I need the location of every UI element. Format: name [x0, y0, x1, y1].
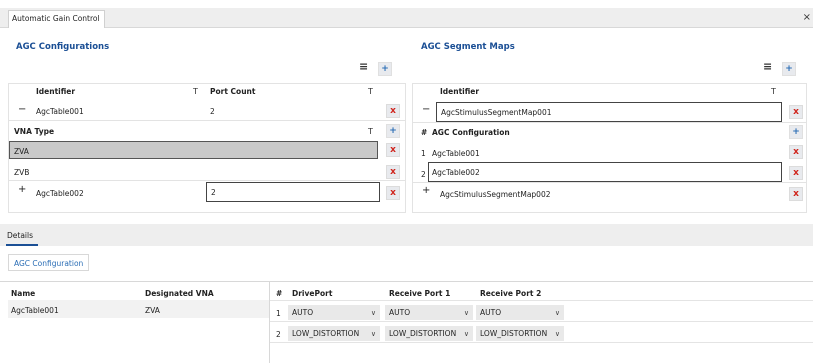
divider: [412, 182, 807, 183]
expand-icon[interactable]: +: [422, 185, 430, 196]
receive-port-2-dropdown[interactable]: LOW_DISTORTION ∨: [476, 326, 564, 341]
vna-row-selected[interactable]: [9, 141, 378, 159]
divider: [8, 180, 406, 181]
agc-configuration-input[interactable]: AgcTable002: [428, 162, 782, 182]
chevron-down-icon: ∨: [463, 329, 469, 338]
drive-port-value: AUTO: [292, 308, 314, 317]
column-port-count: Port Count: [210, 87, 256, 96]
receive-port-2-dropdown[interactable]: AUTO ∨: [476, 305, 564, 320]
row-identifier: AgcTable001: [36, 107, 84, 116]
tab-label: Automatic Gain Control: [12, 14, 100, 23]
divider: [412, 122, 807, 123]
expand-icon[interactable]: +: [18, 184, 26, 195]
drive-port-dropdown[interactable]: LOW_DISTORTION ∨: [288, 326, 380, 341]
add-segment-map-button[interactable]: +: [782, 62, 796, 76]
receive-port-1-dropdown[interactable]: AUTO ∨: [385, 305, 473, 320]
add-agc-configuration-button[interactable]: +: [789, 125, 803, 139]
filter-icon[interactable]: T: [368, 87, 373, 96]
tab-underline: [6, 244, 38, 246]
segment-map-identifier-input[interactable]: AgcStimulusSegmentMap001: [436, 102, 782, 122]
row-port-count: 2: [210, 107, 215, 116]
receive-port-2-value: AUTO: [480, 308, 502, 317]
vna-name: ZVB: [14, 168, 30, 177]
divider: [270, 321, 813, 322]
column-receive-port-1: Receive Port 1: [389, 289, 451, 298]
receive-port-1-dropdown[interactable]: LOW_DISTORTION ∨: [385, 326, 473, 341]
row-index: 1: [421, 149, 426, 158]
column-identifier: Identifier: [36, 87, 76, 96]
column-designated-vna: Designated VNA: [145, 289, 214, 298]
divider: [270, 342, 813, 343]
divider: [270, 300, 813, 301]
receive-port-1-value: AUTO: [389, 308, 411, 317]
column-index: #: [276, 289, 283, 298]
agc-segment-maps-title: AGC Segment Maps: [421, 42, 515, 52]
vna-name: ZVA: [14, 147, 29, 156]
delete-button[interactable]: x: [789, 105, 803, 119]
menu-icon[interactable]: ≡: [359, 60, 368, 73]
row-index: 1: [276, 309, 281, 318]
agc-configurations-title: AGC Configurations: [16, 42, 110, 52]
filter-icon[interactable]: T: [193, 87, 198, 96]
column-drive-port: DrivePort: [292, 289, 333, 298]
delete-button[interactable]: x: [789, 145, 803, 159]
column-index: #: [421, 128, 428, 137]
menu-icon[interactable]: ≡: [763, 60, 772, 73]
segment-map-identifier: AgcStimulusSegmentMap002: [440, 190, 551, 199]
column-identifier: Identifier: [440, 87, 480, 96]
column-receive-port-2: Receive Port 2: [480, 289, 542, 298]
detail-name: AgcTable001: [11, 306, 59, 315]
chevron-down-icon: ∨: [370, 308, 376, 317]
chevron-down-icon: ∨: [554, 329, 560, 338]
close-icon[interactable]: ×: [803, 12, 811, 23]
receive-port-2-value: LOW_DISTORTION: [480, 329, 548, 338]
chevron-down-icon: ∨: [463, 308, 469, 317]
row-index: 2: [276, 330, 281, 339]
receive-port-1-value: LOW_DISTORTION: [389, 329, 457, 338]
drive-port-dropdown[interactable]: AUTO ∨: [288, 305, 380, 320]
delete-button[interactable]: x: [386, 186, 400, 200]
divider: [269, 282, 270, 363]
tab-automatic-gain-control[interactable]: Automatic Gain Control: [8, 10, 105, 28]
divider: [8, 120, 406, 121]
filter-icon[interactable]: T: [368, 127, 373, 136]
delete-button[interactable]: x: [386, 104, 400, 118]
row-identifier: AgcTable002: [36, 189, 84, 198]
chevron-down-icon: ∨: [370, 329, 376, 338]
port-count-input[interactable]: 2: [206, 182, 380, 202]
chevron-down-icon: ∨: [554, 308, 560, 317]
delete-button[interactable]: x: [789, 187, 803, 201]
drive-port-value: LOW_DISTORTION: [292, 329, 360, 338]
row-index: 2: [421, 170, 426, 179]
tab-agc-configuration[interactable]: AGC Configuration: [8, 254, 90, 271]
column-agc-configuration: AGC Configuration: [432, 128, 510, 137]
vna-type-header: VNA Type: [14, 127, 55, 136]
top-tab-bar: [0, 8, 813, 28]
tab-details[interactable]: Details: [7, 231, 33, 240]
collapse-icon[interactable]: −: [18, 104, 26, 115]
details-tab-bar: [0, 224, 813, 246]
collapse-icon[interactable]: −: [422, 104, 430, 115]
add-configuration-button[interactable]: +: [378, 62, 392, 76]
detail-vna: ZVA: [145, 306, 160, 315]
delete-button[interactable]: x: [386, 165, 400, 179]
add-vna-button[interactable]: +: [386, 124, 400, 138]
delete-button[interactable]: x: [789, 166, 803, 180]
agc-configuration-value: AgcTable001: [432, 149, 480, 158]
filter-icon[interactable]: T: [771, 87, 776, 96]
column-name: Name: [11, 289, 36, 298]
delete-button[interactable]: x: [386, 143, 400, 157]
